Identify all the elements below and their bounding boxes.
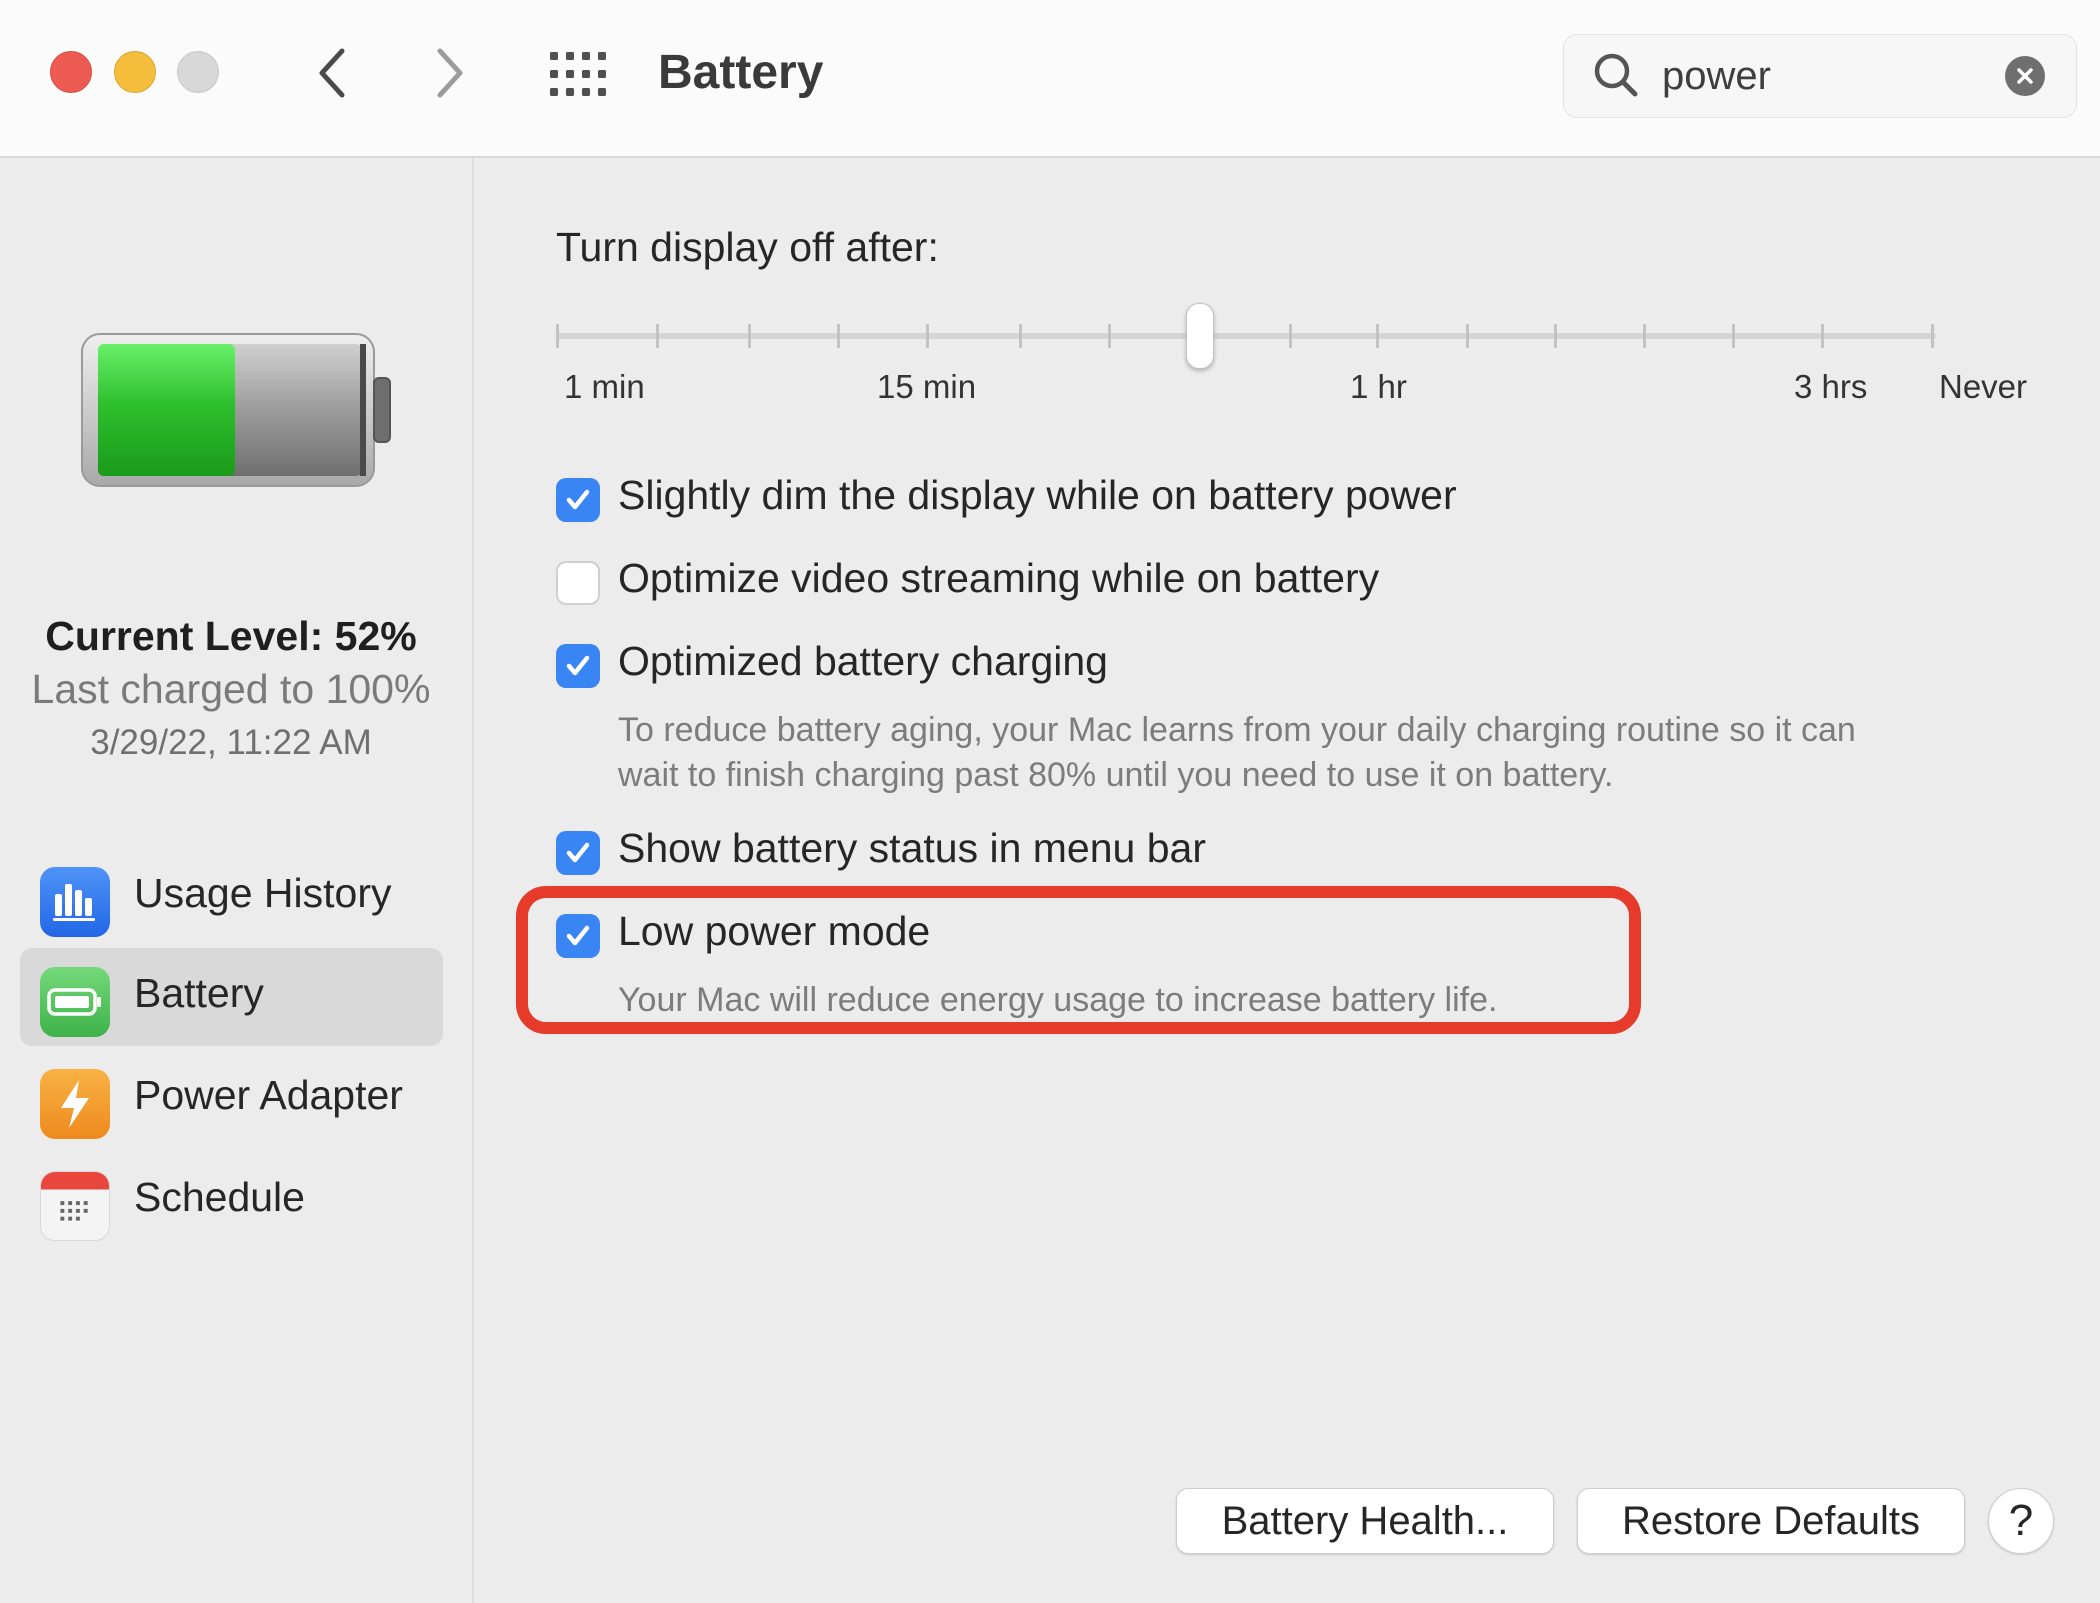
close-icon <box>2017 68 2033 84</box>
battery-fill <box>98 344 235 476</box>
slider-thumb[interactable] <box>1186 303 1214 369</box>
slider-tick <box>748 324 751 348</box>
chevron-right-icon <box>437 48 463 98</box>
slider-tick <box>1466 324 1469 348</box>
checkbox[interactable] <box>556 831 600 875</box>
slider-tick <box>837 324 840 348</box>
option-label: Show battery status in menu bar <box>618 825 1206 871</box>
close-window-button[interactable] <box>50 51 92 93</box>
forward-button[interactable] <box>418 38 482 108</box>
slider-label-1-min: 1 min <box>564 368 645 405</box>
slider-tick <box>1732 324 1735 348</box>
search-icon <box>1594 53 1638 97</box>
slider-tick <box>656 324 659 348</box>
show-all-preferences-button[interactable] <box>548 50 610 98</box>
grid-icon <box>550 52 606 96</box>
sidebar-item-battery[interactable]: Battery <box>20 948 443 1046</box>
slider-tick <box>926 324 929 348</box>
last-charged-time: 3/29/22, 11:22 AM <box>90 723 372 762</box>
slider-title: Turn display off after: <box>556 224 939 270</box>
option-description: wait to finish charging past 80% until y… <box>618 756 1614 794</box>
slider-tick <box>1289 324 1292 348</box>
checkmark-icon <box>566 842 590 863</box>
chevron-left-icon <box>319 48 345 98</box>
settings-pane: Turn display off after: 1 min 15 min 1 h… <box>474 158 2100 1603</box>
help-button[interactable]: ? <box>1988 1488 2054 1554</box>
minimize-window-button[interactable] <box>114 51 156 93</box>
search-input[interactable] <box>1660 49 2004 103</box>
checkmark-icon <box>566 489 590 510</box>
option-description: To reduce battery aging, your Mac learns… <box>618 711 1856 749</box>
slider-label-15-min: 15 min <box>877 368 977 405</box>
checkmark-icon <box>566 925 590 946</box>
option-label: Optimized battery charging <box>618 638 1108 684</box>
option-label: Low power mode <box>618 908 931 954</box>
checkbox[interactable] <box>556 478 600 522</box>
back-button[interactable] <box>300 38 364 108</box>
slider-label-3-hrs: 3 hrs <box>1794 368 1868 405</box>
option-label: Optimize video streaming while on batter… <box>618 555 1380 601</box>
battery-level-icon <box>81 333 391 487</box>
sidebar-item-label: Power Adapter <box>134 1072 403 1118</box>
slider-tick <box>1931 324 1934 348</box>
slider-tick <box>1643 324 1646 348</box>
slider-tick <box>1108 324 1111 348</box>
slider-tick <box>1821 324 1824 348</box>
slider-tick <box>1376 324 1379 348</box>
clear-search-button[interactable] <box>2005 56 2045 96</box>
sidebar-item-label: Usage History <box>134 870 392 916</box>
slider-track <box>556 333 1936 339</box>
checkbox[interactable] <box>556 561 600 605</box>
slider-tick <box>1019 324 1022 348</box>
checkbox[interactable] <box>556 914 600 958</box>
battery-icon <box>40 967 110 1037</box>
slider-label-1-hr: 1 hr <box>1350 368 1407 405</box>
battery-health-button[interactable]: Battery Health... <box>1176 1488 1554 1554</box>
title-bar: Battery <box>0 0 2100 158</box>
sidebar: Current Level: 52% Last charged to 100% … <box>0 158 474 1603</box>
sidebar-item-power-adapter[interactable]: Power Adapter <box>20 1050 443 1148</box>
sidebar-item-label: Battery <box>134 970 264 1016</box>
slider-tick <box>556 324 559 348</box>
calendar-icon <box>40 1171 110 1241</box>
lightning-icon <box>40 1069 110 1139</box>
bar-chart-icon <box>40 867 110 937</box>
current-level-text: Current Level: 52% <box>45 613 417 659</box>
sidebar-item-usage-history[interactable]: Usage History <box>20 848 443 946</box>
option-label: Slightly dim the display while on batter… <box>618 472 1457 518</box>
checkbox[interactable] <box>556 644 600 688</box>
sidebar-item-label: Schedule <box>134 1174 305 1220</box>
checkmark-icon <box>566 655 590 676</box>
sidebar-item-schedule[interactable]: Schedule <box>20 1152 443 1250</box>
window-title: Battery <box>658 46 824 99</box>
search-field[interactable] <box>1563 34 2077 118</box>
zoom-window-button[interactable] <box>177 51 219 93</box>
slider-tick <box>1554 324 1557 348</box>
last-charged-text: Last charged to 100% <box>31 666 431 712</box>
option-description: Your Mac will reduce energy usage to inc… <box>618 981 1498 1019</box>
restore-defaults-button[interactable]: Restore Defaults <box>1577 1488 1965 1554</box>
display-off-slider[interactable] <box>556 298 1946 378</box>
slider-label-never: Never <box>1939 368 2028 405</box>
